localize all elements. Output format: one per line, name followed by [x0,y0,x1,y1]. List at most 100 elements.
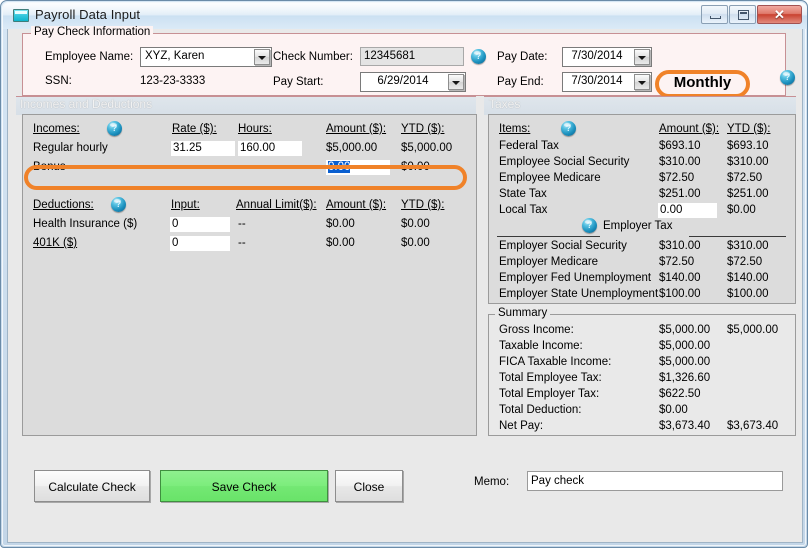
pay-end-label: Pay End: [497,76,544,88]
deduction-ytd-value: $0.00 [401,218,430,230]
employer-tax-row-amount: $72.50 [659,256,694,268]
incomes-header-name: Incomes: [33,123,80,135]
employer-tax-divider-label: Employer Tax [603,220,672,232]
close-icon: ✕ [758,6,801,23]
deduction-ytd-value: $0.00 [401,237,430,249]
check-number-help-icon[interactable] [471,49,486,64]
tax-row-name: Employee Social Security [499,156,629,168]
incomes-header-rate: Rate ($): [172,123,217,135]
incomes-header-ytd: YTD ($): [401,123,444,135]
deductions-header-name: Deductions: [33,199,94,211]
summary-row-label: Net Pay: [499,420,543,432]
check-number-input[interactable]: 12345681 [360,47,464,66]
calculate-check-label: Calculate Check [35,471,149,503]
pay-date-label: Pay Date: [497,51,548,63]
pay-frequency-badge: Monthly [655,74,750,91]
tax-row-name: Federal Tax [499,140,559,152]
tax-row-name: Local Tax [499,204,547,216]
income-amount-value: $5,000.00 [326,142,377,154]
pay-start-date-picker[interactable]: 6/29/2014 [360,72,466,92]
tax-row-ytd: $72.50 [727,172,762,184]
summary-row-label: Total Employer Tax: [499,388,599,400]
pay-end-date-picker[interactable]: 7/30/2014 [562,72,652,92]
deduction-row-name[interactable]: 401K ($) [33,237,77,249]
chevron-down-icon[interactable] [634,49,650,65]
incomes-deductions-panel: Incomes: Rate ($): Hours: Amount ($): YT… [22,114,477,436]
close-check-button[interactable]: Close [335,470,403,502]
client-area: Pay Check Information Employee Name: XYZ… [7,29,803,543]
incomes-header-hours: Hours: [238,123,272,135]
summary-row-amount: $622.50 [659,388,701,400]
summary-row-ytd: $3,673.40 [727,420,778,432]
tax-row-amount: $251.00 [659,188,701,200]
pay-period-help-icon[interactable] [780,70,795,85]
deduction-limit-value: -- [238,218,246,230]
tax-row-name: State Tax [499,188,547,200]
summary-row-amount: $5,000.00 [659,356,710,368]
chevron-down-icon[interactable] [448,74,464,90]
ssn-value: 123-23-3333 [140,75,205,87]
tax-row-name: Employee Medicare [499,172,601,184]
incomes-help-icon[interactable] [107,121,122,136]
income-rate-input[interactable]: 31.25 [171,141,235,156]
summary-row-label: Total Deduction: [499,404,581,416]
pay-date-picker[interactable]: 7/30/2014 [562,47,652,67]
deduction-amount-value: $0.00 [326,218,355,230]
deductions-header-ytd: YTD ($): [401,199,444,211]
save-check-label: Save Check [161,471,327,503]
memo-input[interactable]: Pay check [527,471,783,491]
employer-tax-divider-right [689,236,786,237]
incomes-section-title: Incomes and Deductions [20,97,152,111]
tax-row-amount: $693.10 [659,140,701,152]
employer-tax-row-ytd: $72.50 [727,256,762,268]
window-controls: ✕ [700,5,802,24]
chevron-down-icon[interactable] [254,49,270,65]
save-check-button[interactable]: Save Check [160,470,328,502]
minimize-icon [710,16,721,19]
taxes-header-ytd: YTD ($): [727,123,770,135]
income-row-name: Bonus [33,161,66,173]
deduction-input[interactable]: 0 [170,236,230,251]
close-button[interactable]: ✕ [757,5,802,24]
income-rate-value: -- [173,161,181,173]
employer-tax-row-name: Employer Fed Unemployment [499,272,651,284]
employer-tax-divider-left [497,236,600,237]
pay-date-value: 7/30/2014 [563,50,631,62]
summary-row-amount: $0.00 [659,404,688,416]
application-icon [13,9,29,22]
tax-row-amount: $72.50 [659,172,694,184]
income-row-name: Regular hourly [33,142,108,154]
income-amount-input[interactable]: 0.00 [326,160,390,175]
deductions-help-icon[interactable] [111,197,126,212]
employer-tax-row-name: Employer State Unemployment [499,288,658,300]
paycheck-information-legend: Pay Check Information [31,26,153,38]
employer-tax-row-ytd: $140.00 [727,272,769,284]
tax-row-ytd: $0.00 [727,204,756,216]
local-tax-input[interactable]: 0.00 [658,203,717,218]
deductions-header-limit: Annual Limit($): [236,199,317,211]
taxes-panel: Items: Amount ($): YTD ($): Federal Tax … [488,114,796,304]
chevron-down-icon[interactable] [634,74,650,90]
summary-row-ytd: $5,000.00 [727,324,778,336]
taxes-help-icon[interactable] [561,121,576,136]
payroll-window: Payroll Data Input ✕ Pay Check Informati… [0,0,808,548]
memo-label: Memo: [474,476,509,488]
summary-row-label: FICA Taxable Income: [499,356,611,368]
summary-row-amount: $3,673.40 [659,420,710,432]
summary-row-label: Gross Income: [499,324,574,336]
employer-tax-help-icon[interactable] [582,218,597,233]
taxes-section-title: Taxes [489,97,520,111]
calculate-check-button[interactable]: Calculate Check [34,470,150,502]
maximize-button[interactable] [729,5,756,24]
employee-name-combo[interactable]: XYZ, Karen [140,47,272,67]
employer-tax-row-amount: $310.00 [659,240,701,252]
employer-tax-row-ytd: $100.00 [727,288,769,300]
deduction-input[interactable]: 0 [170,217,230,232]
close-check-label: Close [336,471,402,503]
employer-tax-row-amount: $140.00 [659,272,701,284]
deductions-header-amount: Amount ($): [326,199,386,211]
employee-name-value: XYZ, Karen [145,50,204,62]
taxes-section-strip [484,96,796,115]
income-hours-input[interactable]: 160.00 [238,141,302,156]
minimize-button[interactable] [701,5,728,24]
